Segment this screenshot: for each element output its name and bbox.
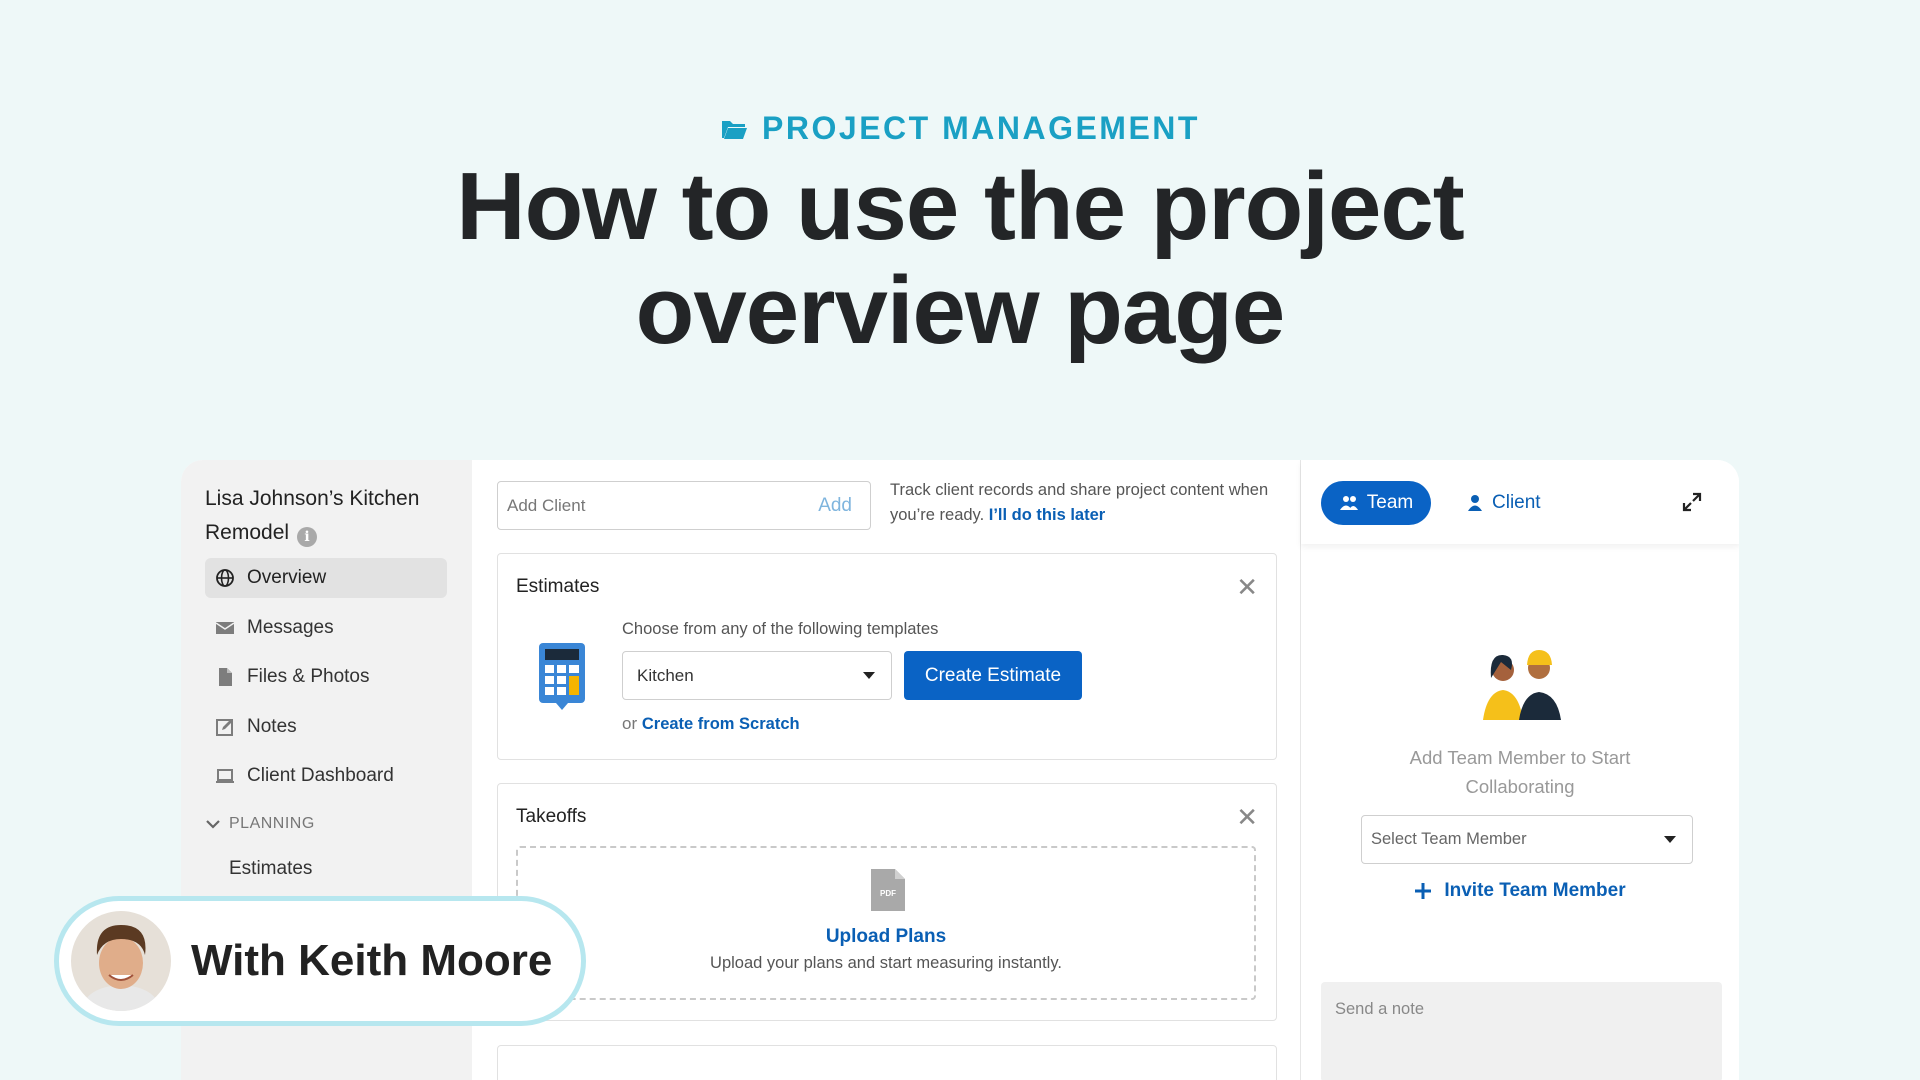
plus-icon (1415, 883, 1432, 899)
takeoffs-card: Takeoffs ✕ PDF Upload Plans Upload your … (497, 783, 1277, 1021)
file-icon (219, 668, 232, 686)
envelope-icon (215, 621, 235, 634)
sidebar-item-notes[interactable]: Notes (205, 707, 447, 747)
or-text: or (622, 714, 638, 733)
sidebar-nav: Overview Messages Files & Photos Notes C… (205, 558, 447, 806)
chevron-down-icon (206, 820, 220, 829)
sidebar-item-label: Messages (247, 616, 334, 638)
sidebar-item-estimates[interactable]: Estimates (229, 858, 312, 880)
estimates-title: Estimates (516, 576, 600, 597)
project-title: Lisa Johnson’s Kitchen Remodel i (205, 482, 455, 550)
section-label: PLANNING (229, 815, 315, 832)
avatar (71, 911, 171, 1011)
create-from-scratch-link[interactable]: Create from Scratch (642, 715, 800, 733)
close-icon[interactable]: ✕ (1236, 574, 1258, 600)
upload-dropzone[interactable]: PDF Upload Plans Upload your plans and s… (516, 846, 1256, 1000)
presenter-photo (71, 911, 171, 1011)
templates-label: Choose from any of the following templat… (622, 620, 939, 638)
user-icon (1468, 495, 1482, 511)
eyebrow-label: PROJECT MANAGEMENT (762, 110, 1200, 146)
tab-team[interactable]: Team (1321, 481, 1431, 525)
sidebar-item-label: Client Dashboard (247, 765, 394, 786)
do-this-later-link[interactable]: I’ll do this later (989, 506, 1105, 524)
folder-icon (722, 120, 748, 139)
panel-tabs: Team Client (1301, 460, 1739, 544)
template-select[interactable]: Kitchen (622, 651, 892, 700)
presenter-name: With Keith Moore (191, 936, 553, 985)
page-title: How to use the project overview page (0, 155, 1920, 363)
tab-client[interactable]: Client (1466, 481, 1541, 525)
send-note-field[interactable]: Send a note (1321, 982, 1722, 1080)
invite-label: Invite Team Member (1444, 880, 1626, 901)
tab-label: Client (1492, 492, 1541, 513)
team-member-select[interactable]: Select Team Member (1361, 815, 1693, 864)
additional-card (497, 1045, 1277, 1080)
team-illustration (1483, 650, 1561, 720)
title-line-1: How to use the project (456, 153, 1464, 260)
tab-label: Team (1366, 492, 1414, 513)
team-select-placeholder: Select Team Member (1371, 830, 1527, 848)
calculator-icon (539, 643, 585, 710)
create-estimate-button[interactable]: Create Estimate (904, 651, 1082, 700)
main-content: Add Track client records and share proje… (472, 460, 1300, 1080)
sidebar-item-label: Overview (247, 567, 327, 588)
note-edit-icon (216, 718, 233, 736)
team-empty-text: Add Team Member to Start Collaborating (1409, 747, 1631, 797)
section-planning[interactable]: PLANNING (205, 815, 315, 833)
track-client-text: Track client records and share project c… (890, 478, 1270, 528)
or-create-line: or Create from Scratch (622, 714, 800, 734)
presenter-badge: With Keith Moore (54, 896, 586, 1026)
invite-team-member-button[interactable]: Invite Team Member (1301, 880, 1739, 902)
upload-plans-link[interactable]: Upload Plans (518, 926, 1254, 948)
takeoffs-title: Takeoffs (516, 806, 587, 827)
upload-description: Upload your plans and start measuring in… (710, 954, 1062, 972)
team-icon (1339, 496, 1358, 510)
sidebar-item-label: Notes (247, 715, 297, 737)
add-client-input[interactable] (507, 495, 757, 516)
template-select-value: Kitchen (637, 665, 694, 685)
sidebar-item-files-photos[interactable]: Files & Photos (205, 657, 447, 697)
sidebar-item-overview[interactable]: Overview (205, 558, 447, 598)
caret-down-icon (863, 672, 875, 679)
sidebar-item-messages[interactable]: Messages (205, 608, 447, 648)
info-icon[interactable]: i (297, 527, 318, 547)
laptop-icon (216, 769, 234, 783)
team-empty-message: Add Team Member to Start Collaborating (1301, 743, 1739, 801)
note-placeholder: Send a note (1335, 1000, 1424, 1018)
estimates-card: Estimates ✕ Choose from any of the follo… (497, 553, 1277, 760)
eyebrow: PROJECT MANAGEMENT (0, 110, 1920, 147)
sidebar-item-client-dashboard[interactable]: Client Dashboard (205, 756, 447, 796)
close-icon[interactable]: ✕ (1236, 804, 1258, 830)
right-panel: Team Client Add Team Member to Start Col… (1300, 460, 1739, 1080)
caret-down-icon (1664, 836, 1676, 843)
title-line-2: overview page (635, 257, 1286, 364)
add-client-button[interactable]: Add (818, 495, 852, 517)
pdf-icon: PDF (871, 869, 905, 911)
expand-icon[interactable] (1682, 492, 1702, 512)
globe-icon (216, 569, 234, 587)
add-client-field: Add (497, 481, 871, 530)
sidebar-item-label: Files & Photos (247, 666, 370, 687)
svg-text:PDF: PDF (880, 889, 896, 898)
